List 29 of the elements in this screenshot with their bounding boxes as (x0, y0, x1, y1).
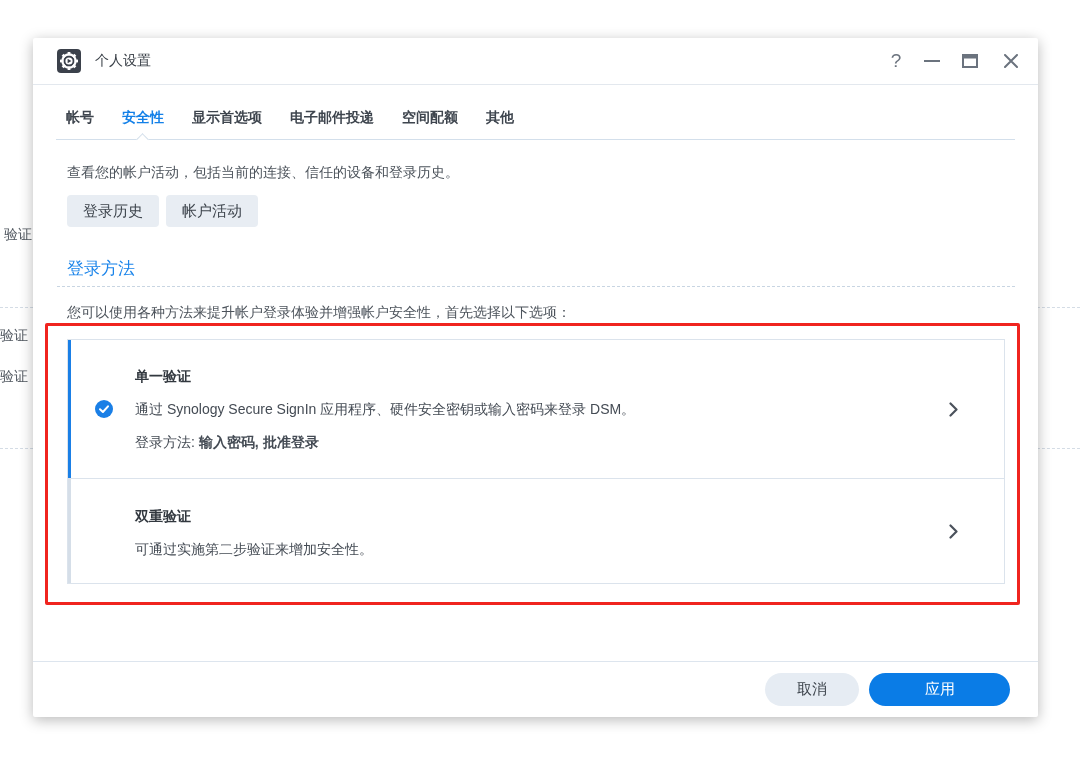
option-detail: 登录方法: 输入密码, 批准登录 (135, 433, 319, 452)
tab[interactable]: 空间配额 (402, 85, 458, 139)
tab[interactable]: 帐号 (66, 85, 94, 139)
tab[interactable]: 显示首选项 (192, 85, 262, 139)
background-text: 验证 (4, 225, 32, 244)
section-heading: 登录方法 (67, 259, 135, 278)
tab[interactable]: 其他 (486, 85, 514, 139)
tab[interactable]: 电子邮件投递 (290, 85, 374, 139)
background-text: 验证 (0, 367, 28, 386)
footer-button[interactable]: 应用 (869, 673, 1010, 706)
close-icon[interactable] (1004, 54, 1018, 68)
help-button[interactable]: ? (886, 49, 906, 73)
activity-button[interactable]: 登录历史 (67, 195, 159, 227)
window-title: 个人设置 (95, 52, 151, 70)
option-description: 通过 Synology Secure SignIn 应用程序、硬件安全密钥或输入密码来登录 DSM。 (135, 400, 636, 419)
option-description: 可通过实施第二步验证来增加安全性。 (135, 540, 373, 559)
option-title: 单一验证 (135, 367, 191, 386)
description-text: 查看您的帐户活动，包括当前的连接、信任的设备和登录历史。 (67, 163, 459, 182)
activity-button[interactable]: 帐户活动 (166, 195, 258, 227)
check-icon (95, 400, 113, 418)
chevron-right-icon (949, 401, 958, 417)
chevron-right-icon (949, 523, 958, 539)
intro-text: 您可以使用各种方法来提升帐户登录体验并增强帐户安全性，首先选择以下选项： (67, 303, 571, 322)
maximize-icon[interactable] (962, 54, 978, 68)
option-title: 双重验证 (135, 507, 191, 526)
background-text: 验证 (0, 326, 28, 345)
gear-icon (57, 49, 81, 73)
option-card[interactable]: 双重验证 可通过实施第二步验证来增加安全性。 (68, 478, 1004, 583)
footer-button[interactable]: 取消 (765, 673, 859, 706)
